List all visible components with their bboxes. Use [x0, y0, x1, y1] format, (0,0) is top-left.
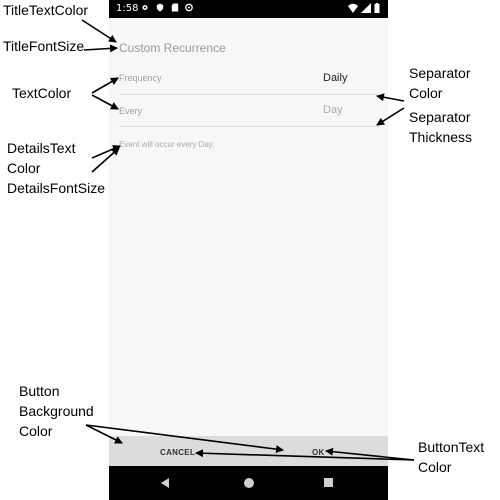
arrow-details-top — [91, 145, 121, 159]
arrow-title-font-size — [83, 44, 118, 53]
arrow-separator-thickness — [376, 107, 405, 126]
arrow-button-bg-right — [85, 424, 284, 454]
arrow-text-color-frequency — [91, 77, 119, 94]
arrow-text-color-every — [91, 94, 119, 110]
arrow-title-text-color — [81, 19, 117, 43]
arrow-separator-color — [376, 93, 405, 102]
annotation-arrows — [81, 19, 415, 461]
